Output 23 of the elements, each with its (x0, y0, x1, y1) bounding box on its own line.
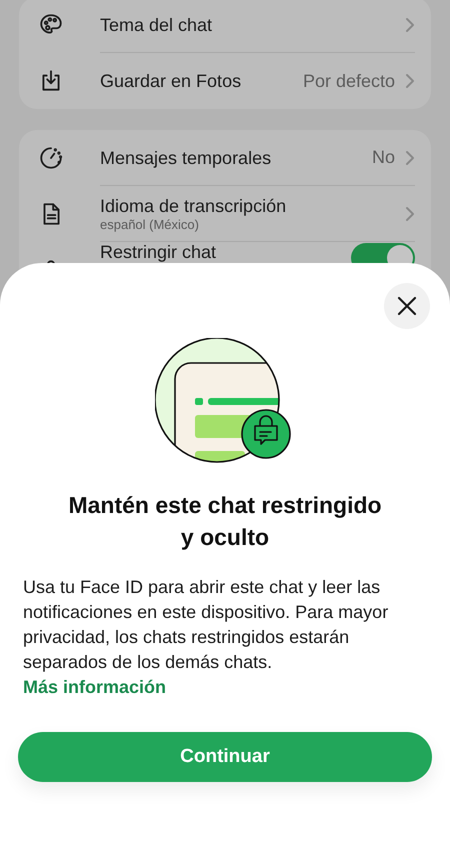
chevron-icon (405, 150, 415, 166)
row-label: Mensajes temporales (100, 146, 272, 168)
row-value: Por defecto (302, 70, 395, 92)
sheet-description: Usa tu Face ID para abrir este chat y leer las notificaciones en este dispositivo. Para mayor privacidad, los chats restringidos estarán separados de los demás chats. Más información (22, 576, 390, 699)
chevron-icon (405, 16, 415, 32)
timer-icon (38, 145, 64, 171)
chevron-icon (405, 206, 415, 222)
settings-row[interactable]: Mensajes temporales No (19, 130, 431, 186)
settings-row[interactable]: Tema del chat (19, 0, 431, 53)
row-label: Restringir chat (100, 243, 218, 261)
row-label: Idioma de transcripción (100, 195, 288, 217)
row-subtitle: español (México) (100, 217, 200, 232)
chevron-icon (405, 73, 415, 89)
row-label: Tema del chat (100, 14, 214, 36)
sheet-title: Mantén este chat restringido (68, 491, 382, 520)
settings-row[interactable]: Guardar en Fotos Por defecto (19, 53, 431, 109)
close-icon (396, 295, 418, 317)
more-info-link[interactable]: Más información (23, 677, 166, 697)
close-button[interactable] (384, 283, 430, 329)
sheet-title: y oculto (180, 523, 270, 552)
settings-row[interactable]: Idioma de transcripción español (México) (19, 186, 431, 242)
row-value: No (372, 146, 395, 169)
row-label: Guardar en Fotos (100, 70, 242, 92)
